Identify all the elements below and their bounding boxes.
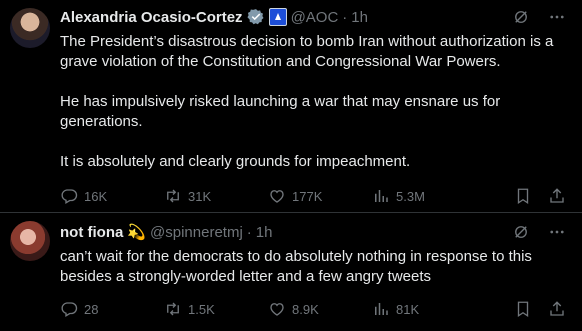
- tweet-actions: 28 1.5K 8.9K 81K: [60, 299, 566, 319]
- tweet-paragraph: It is absolutely and clearly grounds for…: [60, 153, 411, 170]
- tweet-paragraph: He has impulsively risked launching a wa…: [60, 93, 501, 130]
- grok-icon[interactable]: [512, 223, 530, 241]
- tweet-header: not fiona 💫 @spinneretmj · 1h: [60, 221, 566, 243]
- separator-dot: ·: [342, 8, 348, 26]
- reply-button[interactable]: 28: [60, 300, 164, 318]
- bookmark-button[interactable]: [514, 300, 532, 318]
- views-button[interactable]: 5.3M: [372, 187, 476, 205]
- separator-dot: ·: [246, 223, 252, 241]
- government-badge-icon: [268, 8, 287, 26]
- reply-button[interactable]: 16K: [60, 187, 164, 205]
- reply-count: 28: [84, 301, 99, 317]
- like-count: 177K: [292, 188, 323, 204]
- repost-count: 1.5K: [188, 301, 215, 317]
- avatar[interactable]: [10, 8, 50, 48]
- reply-count: 16K: [84, 188, 108, 204]
- like-icon: [270, 303, 284, 316]
- tweet-text: can’t wait for the democrats to do absol…: [60, 247, 566, 287]
- tweet[interactable]: Alexandria Ocasio-Cortez @AOC · 1h The P…: [0, 0, 582, 213]
- sparkle-emoji: 💫: [127, 224, 147, 241]
- repost-icon: [167, 302, 179, 316]
- tweet-header: Alexandria Ocasio-Cortez @AOC · 1h: [60, 6, 566, 28]
- tweet[interactable]: not fiona 💫 @spinneretmj · 1h can’t wait…: [0, 213, 582, 331]
- tweet-paragraph: The President’s disastrous decision to b…: [60, 33, 554, 70]
- like-button[interactable]: 8.9K: [268, 300, 372, 318]
- more-icon[interactable]: [548, 223, 566, 241]
- repost-button[interactable]: 1.5K: [164, 300, 268, 318]
- views-icon: [375, 303, 388, 315]
- share-icon: [550, 301, 564, 316]
- views-button[interactable]: 81K: [372, 300, 476, 318]
- reply-icon: [61, 302, 78, 317]
- repost-icon: [167, 189, 179, 203]
- like-icon: [270, 190, 284, 203]
- tweet-actions: 16K 31K 177K 5.3M: [60, 186, 566, 206]
- verified-badge-icon: [247, 8, 265, 26]
- grok-icon[interactable]: [512, 8, 530, 26]
- like-count: 8.9K: [292, 301, 319, 317]
- bookmark-button[interactable]: [514, 187, 532, 205]
- avatar[interactable]: [10, 221, 50, 261]
- more-icon[interactable]: [548, 8, 566, 26]
- author-name[interactable]: not fiona: [60, 224, 123, 241]
- repost-button[interactable]: 31K: [164, 187, 268, 205]
- author-name[interactable]: Alexandria Ocasio-Cortez: [60, 9, 243, 26]
- timestamp[interactable]: 1h: [351, 9, 368, 26]
- tweet-paragraph: can’t wait for the democrats to do absol…: [60, 248, 532, 285]
- views-icon: [375, 190, 388, 202]
- reply-icon: [61, 189, 78, 204]
- bookmark-icon: [517, 301, 529, 318]
- tweet-text: The President’s disastrous decision to b…: [60, 32, 566, 172]
- author-handle[interactable]: @AOC: [291, 9, 339, 26]
- share-icon: [550, 188, 564, 203]
- timestamp[interactable]: 1h: [256, 224, 273, 241]
- repost-count: 31K: [188, 188, 212, 204]
- bookmark-icon: [517, 188, 529, 205]
- author-handle[interactable]: @spinneretmj: [150, 224, 243, 241]
- views-count: 5.3M: [396, 188, 425, 204]
- views-count: 81K: [396, 301, 420, 317]
- share-button[interactable]: [548, 187, 566, 205]
- like-button[interactable]: 177K: [268, 187, 372, 205]
- share-button[interactable]: [548, 300, 566, 318]
